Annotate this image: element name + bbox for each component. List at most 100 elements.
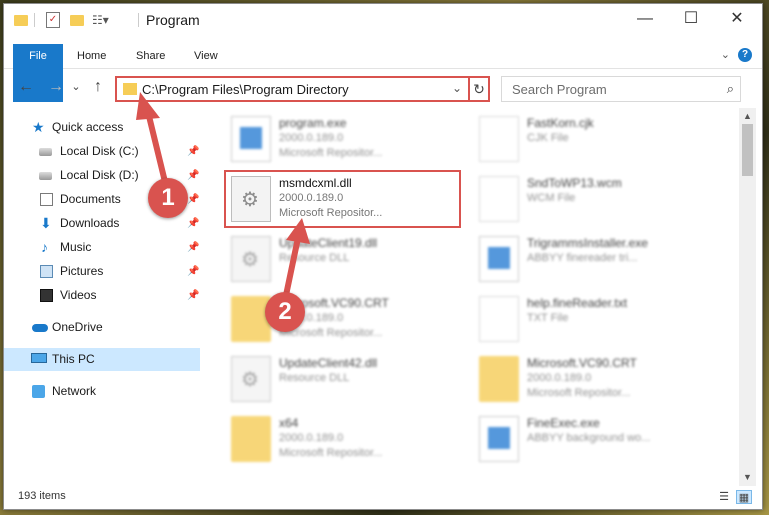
file-name: UpdateClient42.dll xyxy=(279,356,378,370)
videos-icon xyxy=(40,289,53,302)
refresh-button[interactable]: ↻ xyxy=(468,76,490,102)
details-view-icon[interactable]: ☰ xyxy=(716,490,732,504)
sidebar-item-onedrive[interactable]: OneDrive xyxy=(4,316,200,339)
file-name: help.fineReader.txt xyxy=(527,296,628,310)
help-icon[interactable]: ? xyxy=(738,48,752,62)
highlight-file-annotation xyxy=(224,170,461,228)
star-icon: ★ xyxy=(32,119,45,135)
exe-icon xyxy=(479,236,519,282)
file-item[interactable]: program.exe 2000.0.189.0 Microsoft Repos… xyxy=(231,112,471,170)
expand-ribbon-icon[interactable]: ⌄ xyxy=(721,48,730,61)
documents-icon xyxy=(40,193,53,206)
folder-icon xyxy=(231,416,271,462)
file-type: Resource DLL xyxy=(279,252,350,264)
sidebar-item-label: Local Disk (C:) xyxy=(60,144,139,158)
file-item[interactable]: UpdateClient42.dll Resource DLL xyxy=(231,352,471,410)
pin-icon[interactable]: 📌 xyxy=(187,260,199,283)
large-icons-view-icon[interactable]: ▦ xyxy=(736,490,752,504)
sidebar-item-label: This PC xyxy=(52,352,95,366)
folder-icon xyxy=(479,356,519,402)
scroll-up-arrow-icon[interactable]: ▲ xyxy=(739,108,756,125)
file-item[interactable]: FineExec.exe ABBYY background wo... xyxy=(479,412,719,470)
file-item[interactable]: x64 2000.0.189.0 Microsoft Repositor... xyxy=(231,412,471,470)
sidebar-item-label: OneDrive xyxy=(52,320,103,334)
customize-toolbar-icon[interactable]: ☷▾ xyxy=(92,13,109,29)
sidebar-item-label: Quick access xyxy=(52,120,124,134)
maximize-button[interactable]: ☐ xyxy=(668,4,714,34)
minimize-button[interactable]: — xyxy=(622,4,668,34)
title-bar: ✓ ☷▾ Program — ☐ ✕ xyxy=(4,4,762,34)
file-name: program.exe xyxy=(279,116,347,130)
address-bar[interactable]: C:\Program Files\Program Directory ⌄ xyxy=(115,76,470,102)
back-button[interactable]: ← xyxy=(16,76,36,98)
item-count: 193 items xyxy=(18,490,66,502)
sidebar-item-label: Videos xyxy=(60,288,97,302)
file-name: UpdateClient19.dll xyxy=(279,236,378,250)
file-name: Microsoft.VC90.CRT xyxy=(527,356,637,370)
file-explorer-window: ✓ ☷▾ Program — ☐ ✕ File Home Share View … xyxy=(3,3,763,510)
navigation-pane: ★ Quick access Local Disk (C:) 📌 Local D… xyxy=(4,108,204,486)
sidebar-item-network[interactable]: Network xyxy=(4,380,200,403)
vertical-scrollbar[interactable]: ▲ ▼ xyxy=(739,108,756,486)
file-type: TXT File xyxy=(527,312,569,324)
network-icon xyxy=(32,385,45,398)
exe-icon xyxy=(479,416,519,462)
cloud-icon xyxy=(32,324,48,332)
pin-icon[interactable]: 📌 xyxy=(187,236,199,259)
window-title: Program xyxy=(146,12,200,28)
file-item[interactable]: FastKorn.cjk CJK File xyxy=(479,112,719,170)
folder-icon xyxy=(231,296,271,342)
divider xyxy=(34,13,35,27)
pin-icon[interactable]: 📌 xyxy=(187,140,199,163)
pin-icon[interactable]: 📌 xyxy=(187,164,199,187)
file-item[interactable]: SndToWP13.wcm WCM File xyxy=(479,172,719,230)
dll-gear-icon xyxy=(231,236,271,282)
step-2-badge: 2 xyxy=(265,292,305,332)
drive-icon xyxy=(39,172,52,180)
address-dropdown-icon[interactable]: ⌄ xyxy=(452,81,462,95)
file-version: 2000.0.189.0 xyxy=(279,432,344,444)
ribbon-tabs: File Home Share View ⌄ ? xyxy=(4,44,762,102)
up-button[interactable]: ↑ xyxy=(88,76,108,98)
sidebar-item-music[interactable]: ♪ Music 📌 xyxy=(4,236,200,259)
sidebar-item-quick-access[interactable]: ★ Quick access xyxy=(4,116,200,139)
scroll-thumb[interactable] xyxy=(742,124,753,176)
file-item[interactable]: help.fineReader.txt TXT File xyxy=(479,292,719,350)
file-version: 2000.0.189.0 xyxy=(527,372,592,384)
pin-icon[interactable]: 📌 xyxy=(187,212,199,235)
folder-icon xyxy=(14,15,28,26)
file-name: TrigrammsInstaller.exe xyxy=(527,236,648,250)
sidebar-item-pictures[interactable]: Pictures 📌 xyxy=(4,260,200,283)
properties-icon[interactable]: ✓ xyxy=(46,12,60,28)
navigation-bar: ← → ⌄ ↑ C:\Program Files\Program Directo… xyxy=(4,72,762,102)
document-icon xyxy=(479,116,519,162)
pin-icon[interactable]: 📌 xyxy=(187,284,199,307)
address-path[interactable]: C:\Program Files\Program Directory xyxy=(142,82,349,97)
file-item[interactable]: TrigrammsInstaller.exe ABBYY finereader … xyxy=(479,232,719,290)
file-item[interactable]: Microsoft.VC90.CRT 2000.0.189.0 Microsof… xyxy=(479,352,719,410)
file-description: ABBYY finereader tri... xyxy=(527,252,638,264)
document-icon xyxy=(479,296,519,342)
divider xyxy=(138,13,139,27)
pin-icon[interactable]: 📌 xyxy=(187,188,199,211)
close-button[interactable]: ✕ xyxy=(714,4,760,34)
new-folder-icon[interactable] xyxy=(70,15,84,26)
scroll-down-arrow-icon[interactable]: ▼ xyxy=(739,469,756,486)
file-company: Microsoft Repositor... xyxy=(279,147,383,159)
forward-button[interactable]: → xyxy=(46,76,66,98)
sidebar-item-local-disk-c[interactable]: Local Disk (C:) 📌 xyxy=(4,140,200,163)
search-input[interactable] xyxy=(510,81,714,98)
search-box[interactable]: ⌕ xyxy=(501,76,741,102)
file-type: WCM File xyxy=(527,192,576,204)
file-item[interactable]: UpdateClient19.dll Resource DLL xyxy=(231,232,471,290)
tab-view[interactable]: View xyxy=(194,44,218,68)
search-icon[interactable]: ⌕ xyxy=(727,81,734,97)
recent-locations-button[interactable]: ⌄ xyxy=(66,76,86,98)
document-icon xyxy=(479,176,519,222)
tab-home[interactable]: Home xyxy=(77,44,106,68)
sidebar-item-this-pc[interactable]: This PC xyxy=(4,348,200,371)
file-name: SndToWP13.wcm xyxy=(527,176,622,190)
sidebar-item-videos[interactable]: Videos 📌 xyxy=(4,284,200,307)
folder-icon xyxy=(123,83,137,95)
tab-share[interactable]: Share xyxy=(136,44,165,68)
